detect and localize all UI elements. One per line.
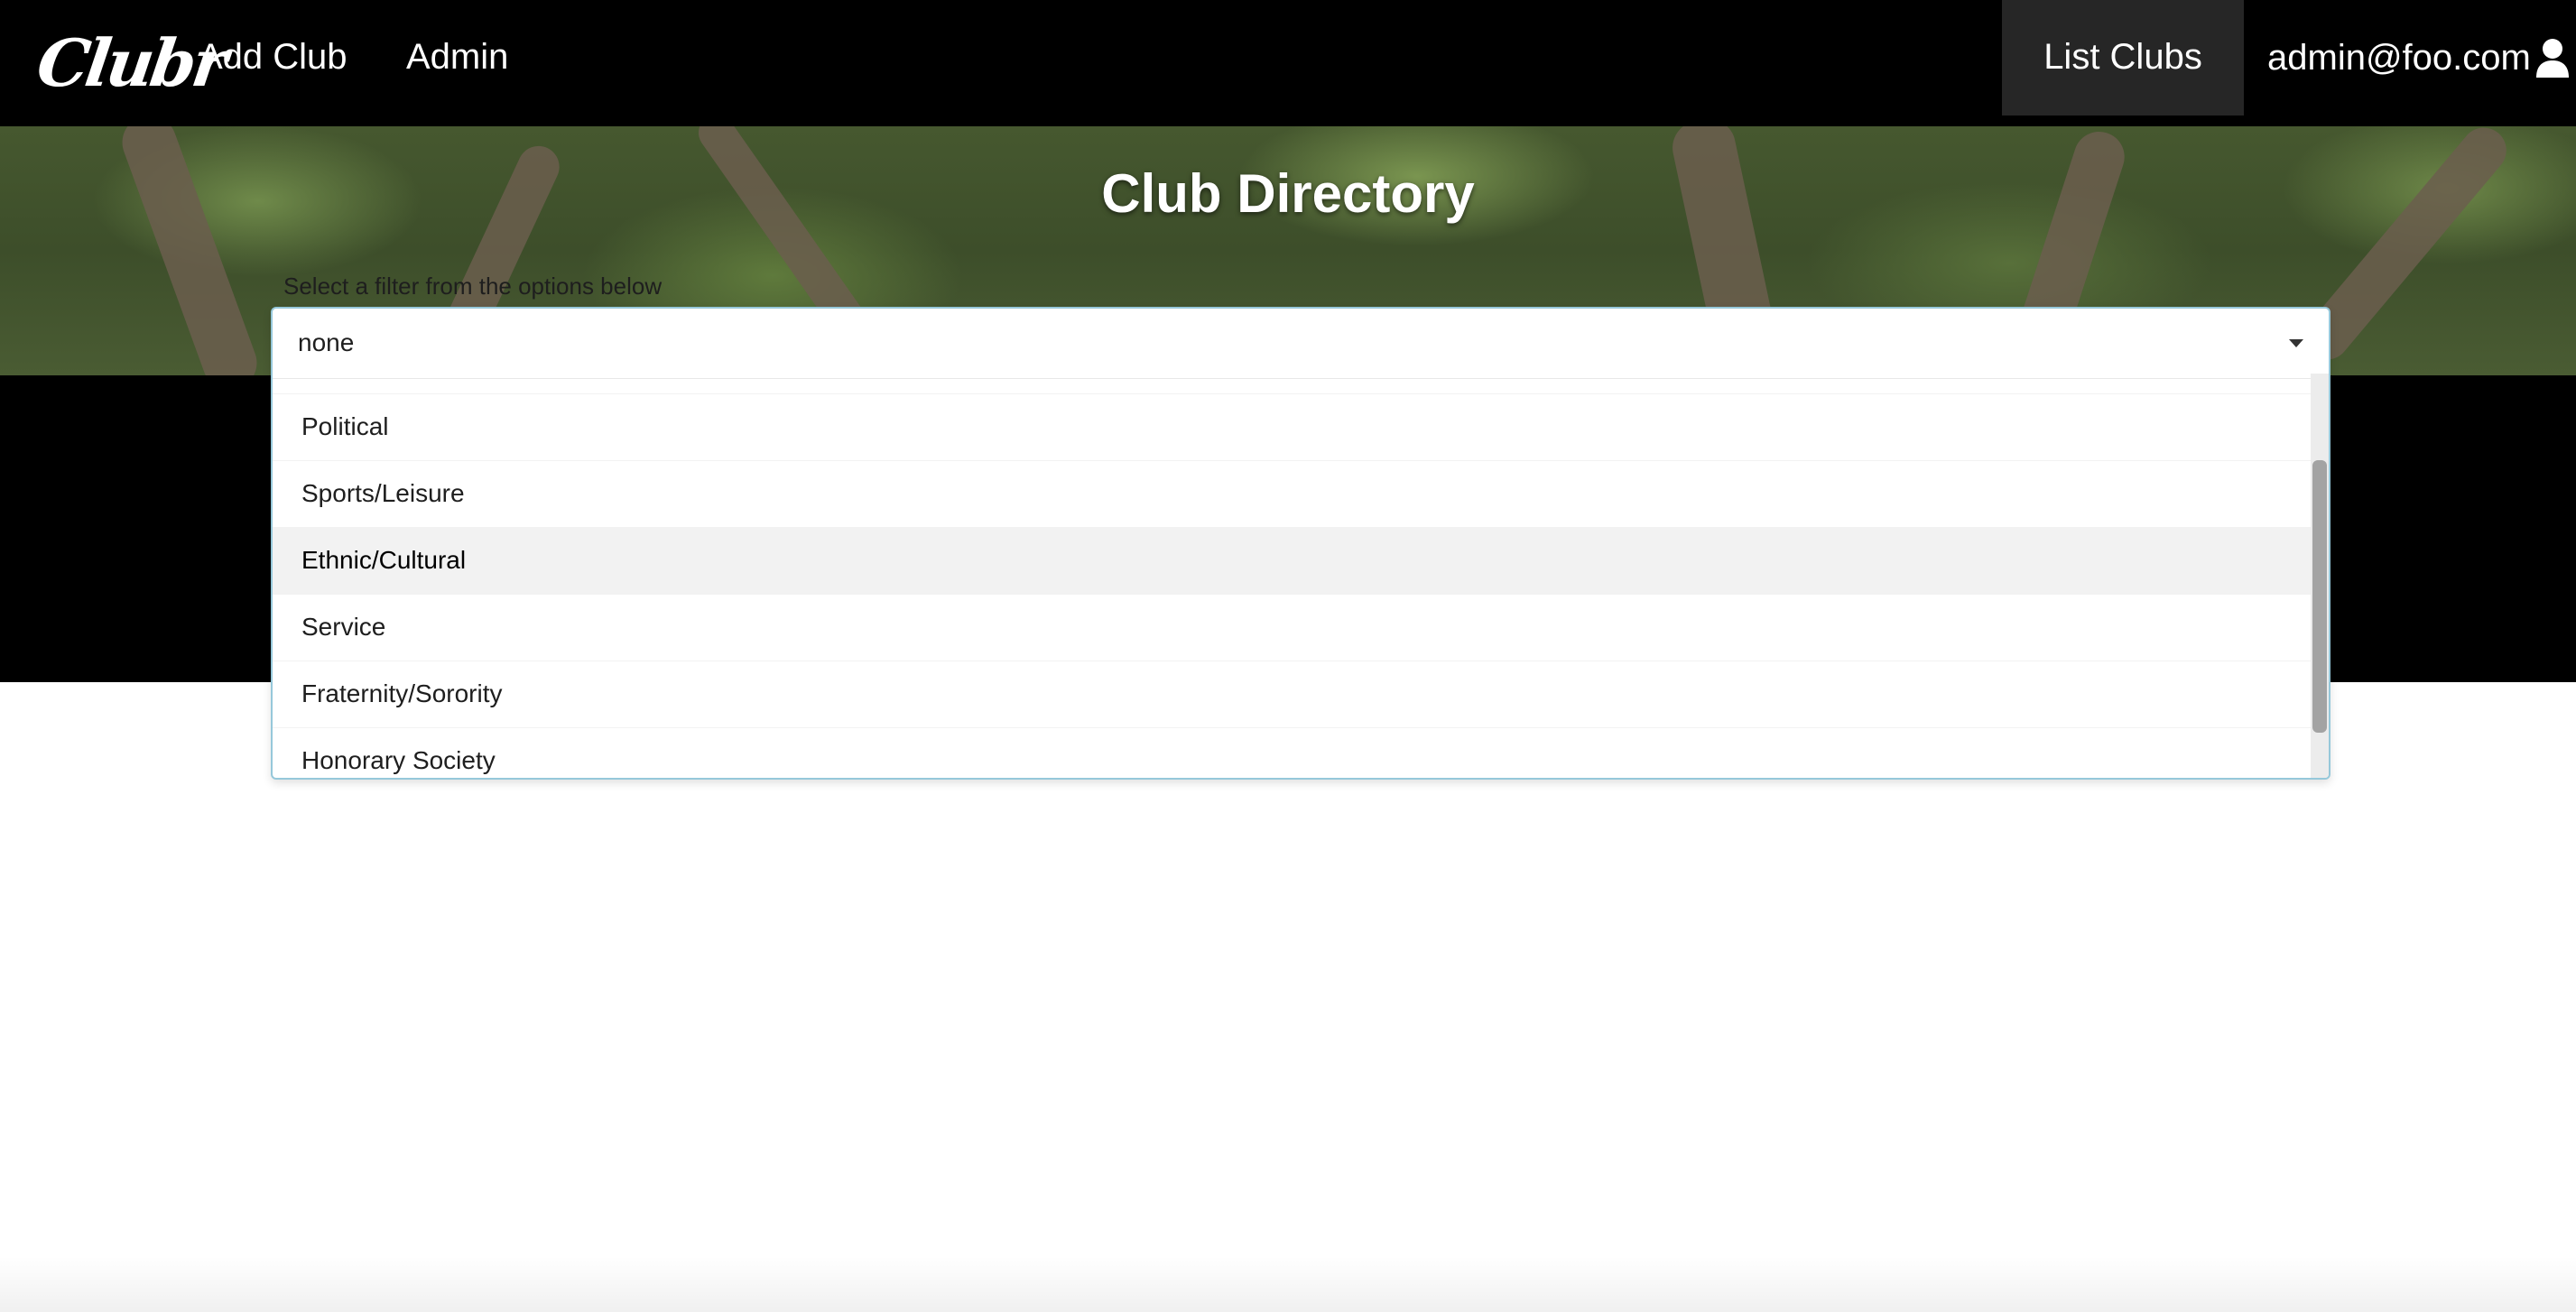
filter-hint: Select a filter from the options below (283, 273, 663, 300)
dropdown-menu: Political Sports/Leisure Ethnic/Cultural… (273, 379, 2329, 778)
dropdown-option-sports-leisure[interactable]: Sports/Leisure (273, 460, 2329, 527)
user-icon (2535, 39, 2569, 78)
nav-list-clubs[interactable]: List Clubs (2002, 0, 2244, 115)
dropdown-selected-value[interactable]: none (273, 309, 2329, 379)
brand-logo[interactable]: Clubr (31, 14, 228, 112)
dropdown-scrollbar-thumb[interactable] (2312, 460, 2327, 733)
dropdown-option-honorary-society[interactable]: Honorary Society (273, 727, 2329, 778)
nav-admin[interactable]: Admin (406, 0, 508, 115)
dropdown-option-fraternity-sorority[interactable]: Fraternity/Sorority (273, 661, 2329, 727)
caret-down-icon[interactable] (2289, 339, 2303, 347)
page-title: Club Directory (1101, 163, 1475, 224)
nav-add-club[interactable]: Add Club (199, 0, 347, 115)
user-menu[interactable]: admin@foo.com (2267, 0, 2571, 115)
dropdown-option-service[interactable]: Service (273, 594, 2329, 661)
bottom-shadow (0, 1256, 2576, 1312)
dropdown-option-ethnic-cultural[interactable]: Ethnic/Cultural (273, 527, 2329, 594)
category-filter-dropdown[interactable]: none Political Sports/Leisure Ethnic/Cul… (271, 307, 2330, 780)
top-navbar: Clubr Add Club Admin List Clubs admin@fo… (0, 0, 2576, 126)
selected-text: none (298, 328, 355, 356)
user-email: admin@foo.com (2267, 38, 2531, 78)
dropdown-option-political[interactable]: Political (273, 393, 2329, 460)
